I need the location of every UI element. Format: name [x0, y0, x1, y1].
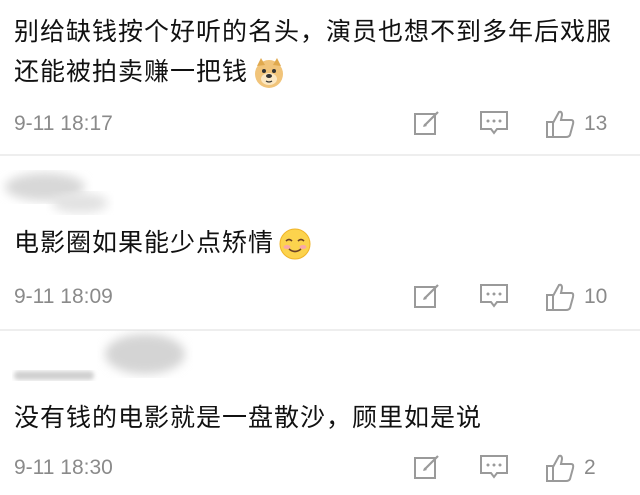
like-count: 2 [584, 456, 596, 479]
edit-button[interactable] [412, 108, 444, 140]
comment-item: 电影圈如果能少点矫情 9-11 18:09 10 [0, 155, 640, 327]
edit-icon [414, 455, 439, 479]
thumbs-up-icon [546, 454, 575, 482]
edit-button[interactable] [412, 452, 444, 484]
blurred-avatar [0, 165, 120, 225]
comment-text: 别给缺钱按个好听的名头，演员也想不到多年后戏服还能被拍卖赚一把钱 [14, 12, 614, 92]
comment-time: 9-11 18:17 [14, 112, 113, 135]
blurred-username [12, 368, 102, 384]
comment-text: 没有钱的电影就是一盘散沙，顾里如是说 [14, 403, 483, 432]
reply-button[interactable] [478, 281, 510, 313]
edit-button[interactable] [412, 281, 444, 313]
edit-icon [414, 111, 439, 135]
comment-text: 电影圈如果能少点矫情 [14, 223, 614, 263]
reply-button[interactable] [478, 108, 510, 140]
comment-icon [480, 284, 508, 308]
reply-button[interactable] [478, 452, 510, 484]
comment-icon [480, 455, 508, 479]
edit-icon [414, 284, 439, 308]
like-button[interactable]: 13 [544, 108, 640, 140]
like-button[interactable]: 10 [544, 281, 640, 313]
comment-icon [480, 111, 508, 135]
doge-emoji-icon [252, 56, 286, 90]
comment-time: 9-11 18:09 [14, 285, 113, 308]
comment-meta: 9-11 18:30 2 [14, 452, 626, 488]
blurred-avatar [90, 326, 200, 388]
like-button[interactable]: 2 [544, 452, 640, 484]
thumbs-up-icon [546, 283, 575, 311]
comment-item: 没有钱的电影就是一盘散沙，顾里如是说 9-11 18:30 2 [0, 330, 640, 495]
smile-emoji-icon [278, 227, 312, 261]
comment-meta: 9-11 18:17 13 [14, 108, 626, 144]
like-count: 13 [584, 112, 608, 135]
comment-meta: 9-11 18:09 10 [14, 281, 626, 317]
like-count: 10 [584, 285, 608, 308]
thumbs-up-icon [546, 110, 575, 138]
comment-item: 别给缺钱按个好听的名头，演员也想不到多年后戏服还能被拍卖赚一把钱 9-11 18… [0, 0, 640, 152]
comment-time: 9-11 18:30 [14, 456, 113, 479]
